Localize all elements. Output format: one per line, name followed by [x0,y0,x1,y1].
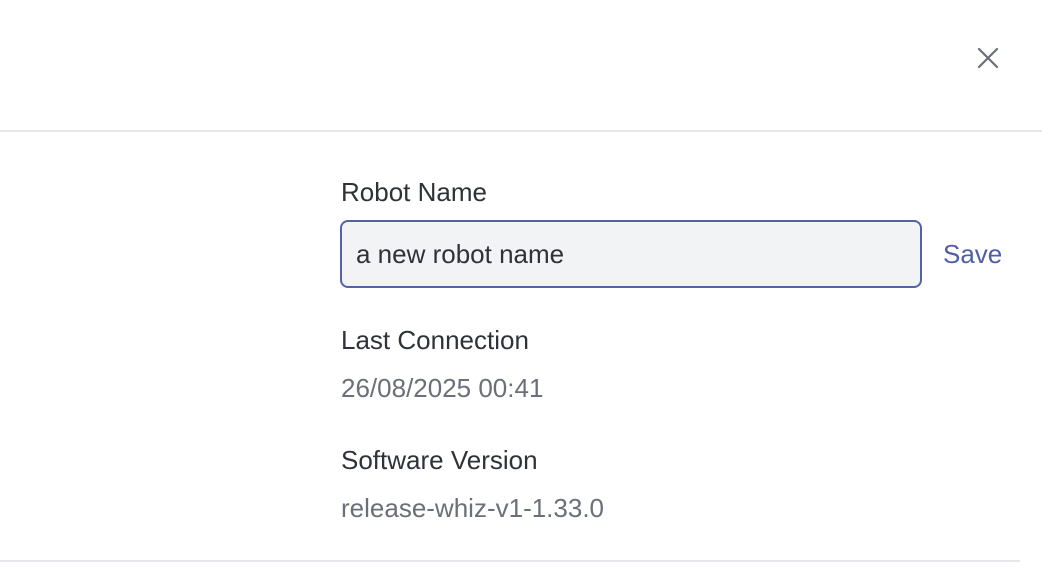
robot-name-label: Robot Name [341,177,487,207]
software-version-label: Software Version [341,445,538,475]
robot-details-dialog: Robot Name Save Last Connection 26/08/20… [0,0,1042,570]
header-divider [0,130,1042,132]
software-version-value: release-whiz-v1-1.33.0 [341,493,605,523]
robot-name-input[interactable] [340,220,922,288]
save-button[interactable]: Save [943,238,1002,270]
close-icon [977,47,999,69]
last-connection-label: Last Connection [341,325,529,355]
last-connection-value: 26/08/2025 00:41 [341,373,544,403]
close-button[interactable] [968,38,1008,78]
footer-divider [0,560,1020,562]
